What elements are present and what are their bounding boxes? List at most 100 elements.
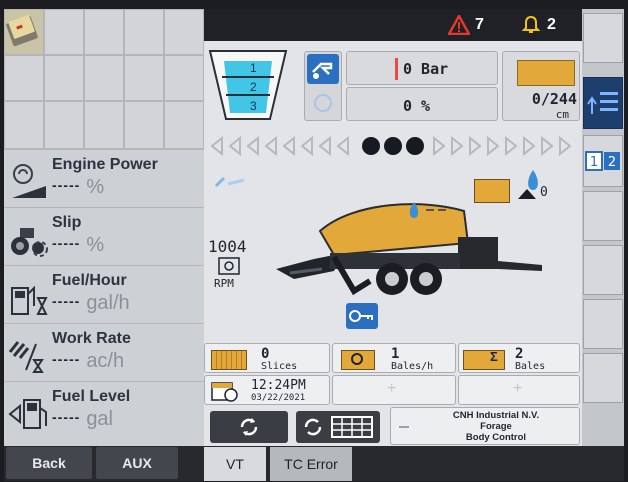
page-1-2-button[interactable]: 12 [583,135,623,187]
date-value: 03/22/2021 [251,393,306,403]
back-button[interactable]: Back [6,447,92,479]
rail-slot[interactable] [583,13,623,63]
gauge-value: ----- gal [52,408,114,430]
bottom-bar: Back AUX VT TC Error [4,446,624,481]
gauge-slip[interactable]: Slip -----% [4,207,204,266]
grid-cell[interactable] [44,101,84,149]
slices-label: Slices [261,361,298,372]
alarm-indicator[interactable]: 7 [448,15,484,35]
bale-length-readout: 0/244 cm [502,51,580,121]
percent-value: 0 % [403,97,431,115]
gauge-title: Work Rate [52,330,131,347]
gauge-fuel-hour[interactable]: Fuel/Hour ----- gal/h [4,265,204,324]
empty-counter-slot[interactable]: + [332,375,456,405]
alarm-triangle-icon [448,15,470,35]
bale-ejector-indicator: 0 [474,169,580,203]
add-icon: + [387,380,397,397]
controller-module: Body Control [465,432,527,443]
density-adjust-button[interactable] [304,51,342,121]
pto-button[interactable] [346,303,378,329]
tab-vt[interactable]: VT [204,447,266,481]
grid-cell[interactable] [84,55,124,101]
date-time-display[interactable]: 12:24PM 03/22/2021 [204,375,330,405]
grid-cell[interactable] [164,9,204,55]
cycle-grid-button[interactable] [296,411,380,443]
connector-icon [399,426,409,428]
knotter-icon [518,189,536,199]
grid-cell[interactable] [164,101,204,149]
rpm-label: RPM [214,277,234,290]
grid-cell[interactable] [124,9,164,55]
grid-cell[interactable] [44,9,84,55]
grid-cell[interactable] [4,101,44,149]
small-bale-icon [474,179,510,203]
hand-settings-icon [307,54,339,84]
grid-cell[interactable] [4,55,44,101]
clock-bale-icon [341,350,375,370]
right-rail: 12 [582,9,624,446]
gauge-value: -----% [52,234,105,256]
gauge-title: Fuel Level [52,388,131,405]
time-value: 12:24PM [251,378,306,393]
plunger-chamber: 1 2 3 [208,49,288,123]
cycle-button[interactable] [210,411,288,443]
book-icon[interactable] [4,9,44,55]
bale-length-value: 0/244 [531,90,577,108]
pressure-readout: 0 Bar [346,51,498,85]
gearbox-icon [218,257,240,275]
empty-counter-slot[interactable]: + [458,375,580,405]
menu-button[interactable] [583,77,623,129]
steering-indicator [208,135,578,157]
slices-bale-icon [211,350,247,370]
svg-text:2: 2 [608,155,616,170]
left-panel: Engine Power -----% Slip -----% Fuel/Hou… [4,9,204,447]
bales-total-counter[interactable]: Σ 2 Bales [458,343,580,373]
shortcut-grid [4,9,204,149]
plunger-position-2: 2 [250,80,257,94]
grid-cell[interactable] [44,55,84,101]
grid-cell[interactable] [124,101,164,149]
fuel-rate-icon [8,276,50,318]
rpm-readout: 1004 RPM [208,237,268,293]
rail-slot[interactable] [583,353,623,403]
rpm-value: 1004 [208,237,247,256]
work-rate-icon [8,334,50,376]
grid-cell[interactable] [164,55,204,101]
rail-slot[interactable] [583,299,623,349]
bales-per-hour-value: 1 [391,346,400,362]
status-bar: 7 2 [204,9,582,41]
grid-cell[interactable] [84,9,124,55]
knotter-count: 0 [540,185,548,200]
gauge-fuel-level[interactable]: Fuel Level ----- gal [4,381,204,447]
add-icon: + [513,380,523,397]
percent-readout: 0 % [346,87,498,121]
plunger-position-1: 1 [250,61,257,75]
bale-length-unit: cm [555,108,569,121]
gauge-title: Slip [52,214,82,231]
controller-info: CNH Industrial N.V. Forage Body Control [390,407,580,445]
list-menu-icon [587,92,618,114]
gauge-engine-power[interactable]: Engine Power -----% [4,149,204,208]
slices-value: 0 [261,346,270,362]
cycle-arrows-icon [240,418,258,436]
gauge-title: Fuel/Hour [52,272,127,289]
key-icon [349,310,373,322]
bales-per-hour-label: Bales/h [391,361,434,372]
bale-sum-icon: Σ [463,349,505,370]
pressure-value: 0 Bar [403,60,449,78]
fuel-pump-icon [8,392,50,434]
rail-slot[interactable] [583,245,623,295]
slices-counter[interactable]: 0 Slices [204,343,330,373]
bales-per-hour-counter[interactable]: 1 Bales/h [332,343,456,373]
notification-count: 2 [547,16,556,33]
grid-cell[interactable] [84,101,124,149]
notification-indicator[interactable]: 2 [521,15,556,35]
grid-cell[interactable] [124,55,164,101]
cycle-grid-icon [304,416,373,438]
vt-work-screen: 1 2 3 0 Bar 0 % 0/244 cm 0 1004 RPM 0 Sl… [204,41,582,446]
controller-company: CNH Industrial N.V. [452,410,540,421]
tab-tc-error[interactable]: TC Error [270,447,352,481]
gauge-work-rate[interactable]: Work Rate ----- ac/h [4,323,204,382]
rail-slot[interactable] [583,191,623,241]
aux-button[interactable]: AUX [96,447,178,479]
